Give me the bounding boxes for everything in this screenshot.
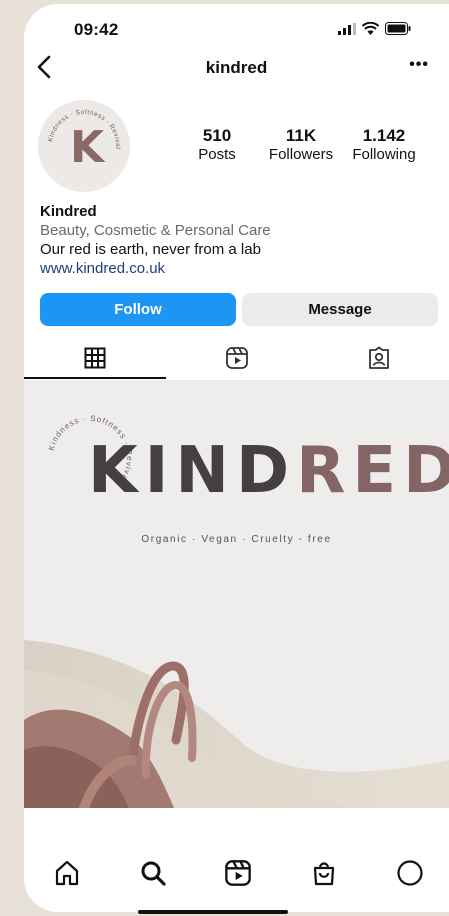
followers-count: 11K [285, 126, 317, 145]
wordmark-kind: KIND [88, 434, 297, 508]
avatar-logo: Kindness · Softness · Revival K [47, 109, 120, 173]
nav-profile[interactable] [393, 856, 427, 890]
profile-tabs [24, 338, 449, 380]
profile-username: kindred [205, 58, 268, 77]
reels-icon [225, 860, 251, 886]
followers-label: Followers [268, 146, 334, 163]
status-icons [338, 22, 411, 35]
wifi-icon [362, 22, 379, 35]
profile-header: kindred ••• [24, 52, 449, 92]
tab-reels[interactable] [166, 338, 307, 378]
tagged-icon [368, 346, 389, 369]
followers-stat[interactable]: 11K Followers [256, 126, 346, 164]
brand-wordmark: KINDRED [88, 434, 449, 508]
wordmark-red: RED [296, 434, 449, 508]
follow-button[interactable]: Follow [40, 293, 236, 326]
status-bar: 09:42 [24, 4, 449, 52]
profile-bio: Kindred Beauty, Cosmetic & Personal Care… [40, 202, 271, 278]
search-icon [141, 861, 166, 886]
following-count: 1.142 [362, 126, 406, 145]
following-stat[interactable]: 1.142 Following [339, 126, 429, 164]
brand-tagline: Organic · Vegan · Cruelty - free [141, 534, 332, 545]
phone-screen: 09:42 kindred ••• Kindness · Softness · … [24, 4, 449, 912]
profile-name: Kindred [40, 203, 97, 220]
nav-reels[interactable] [221, 856, 255, 890]
website-link[interactable]: www.kindred.co.uk [40, 259, 271, 278]
status-time: 09:42 [74, 20, 119, 39]
profile-icon [397, 860, 423, 886]
posts-stat[interactable]: 510 Posts [172, 126, 262, 164]
message-button[interactable]: Message [242, 293, 438, 326]
shop-icon [313, 862, 335, 886]
home-icon [55, 860, 79, 886]
tab-tagged[interactable] [308, 338, 449, 378]
nav-search[interactable] [136, 856, 170, 890]
signal-icon [338, 22, 356, 35]
tab-grid[interactable] [24, 338, 165, 378]
grid-icon [84, 347, 105, 369]
battery-icon [385, 22, 411, 35]
featured-post[interactable]: Kindness · Softness · Revival KINDRED Or… [24, 380, 449, 808]
more-options-icon[interactable]: ••• [409, 56, 429, 74]
profile-category: Beauty, Cosmetic & Personal Care [40, 222, 271, 239]
reels-icon [225, 347, 248, 369]
nav-home[interactable] [50, 856, 84, 890]
active-tab-indicator [24, 377, 166, 379]
home-indicator[interactable] [138, 910, 288, 914]
avatar[interactable]: Kindness · Softness · Revival K [38, 100, 130, 192]
posts-label: Posts [198, 146, 236, 163]
avatar-letter: K [70, 122, 106, 173]
nav-shop[interactable] [307, 856, 341, 890]
following-label: Following [352, 146, 416, 163]
bio-text: Our red is earth, never from a lab [40, 241, 261, 258]
bottom-nav [24, 810, 449, 912]
posts-count: 510 [202, 126, 232, 145]
